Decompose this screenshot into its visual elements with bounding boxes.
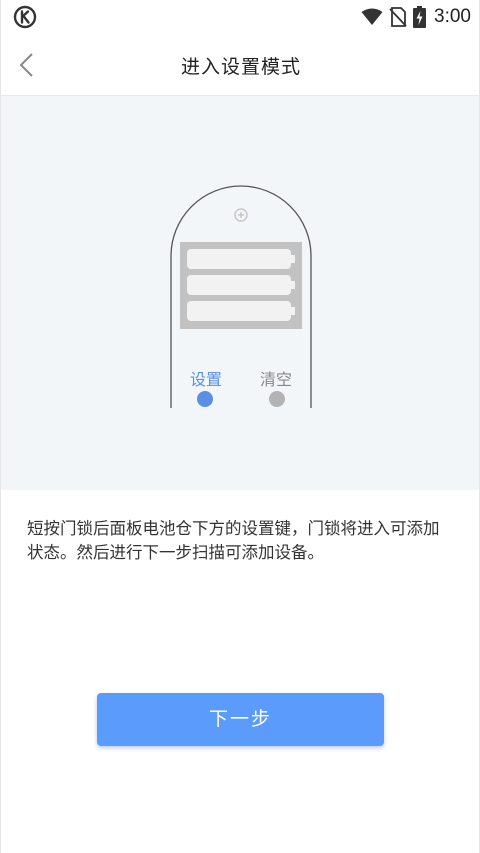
instruction-text: 短按门锁后面板电池仓下方的设置键，门锁将进入可添加状态。然后进行下一步扫描可添加… — [27, 519, 440, 562]
status-icons: 3:00 — [355, 4, 471, 30]
setup-key-label: 设置 — [189, 370, 222, 389]
screen: 3:00 进入设置模式 设置 清空 短按门锁后面板电池仓下方的设置键，门锁将进入… — [0, 0, 480, 853]
wifi-icon — [361, 8, 383, 26]
next-step-button[interactable]: 下一步 — [97, 693, 384, 746]
status-bar: 3:00 — [1, 0, 480, 34]
battery-icon — [187, 275, 295, 295]
k-app-icon — [13, 5, 37, 29]
clear-key-label: 清空 — [259, 370, 292, 389]
nav-bar: 进入设置模式 — [1, 34, 480, 96]
sim-off-icon — [389, 7, 407, 27]
battery-icon — [187, 301, 295, 321]
screw-icon — [234, 208, 248, 222]
battery-charging-icon — [413, 6, 427, 28]
device-illustration: 设置 清空 — [1, 96, 479, 490]
setup-key-dot — [197, 391, 213, 407]
page-title: 进入设置模式 — [180, 56, 301, 78]
status-time: 3:00 — [434, 6, 471, 27]
battery-icon — [187, 249, 295, 269]
clear-key-dot — [269, 391, 285, 407]
lock-back-panel-drawing — [170, 185, 312, 408]
